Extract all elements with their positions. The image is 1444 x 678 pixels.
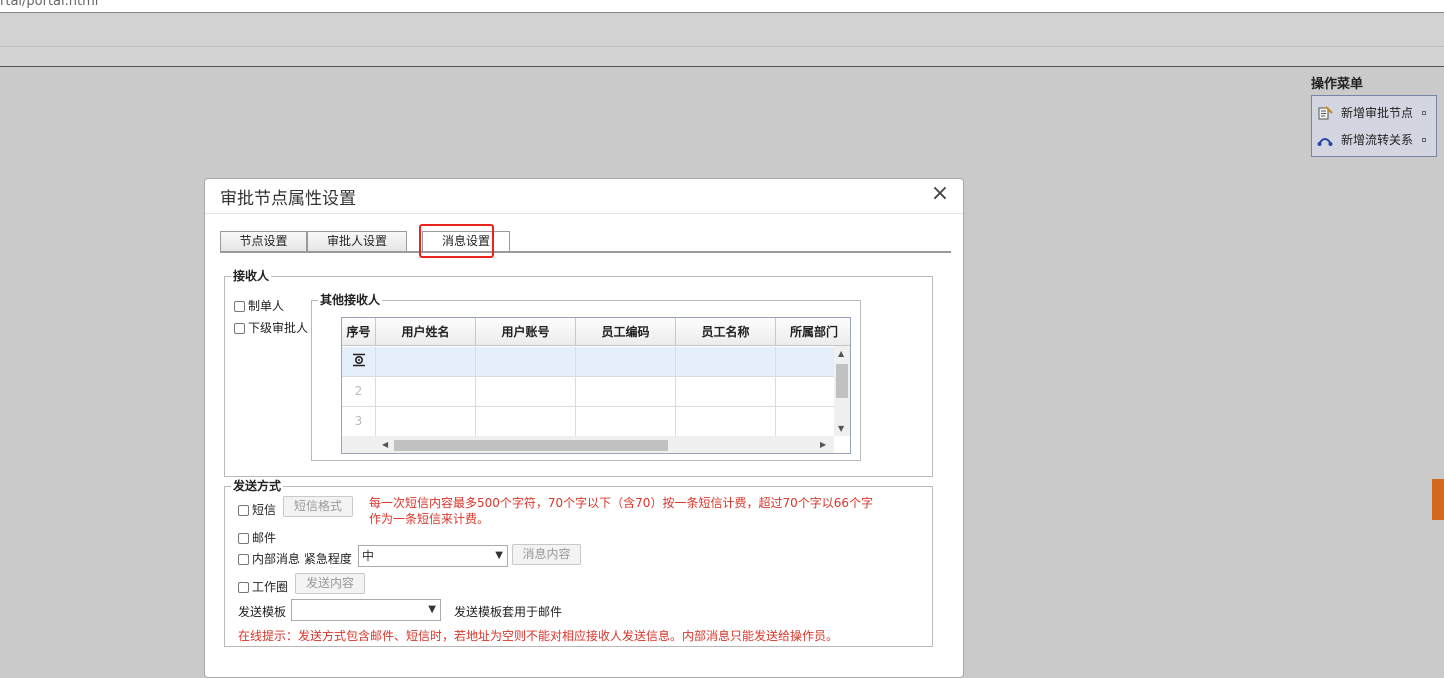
grid-cell[interactable] (376, 377, 476, 406)
next-approver-checkbox[interactable] (234, 323, 245, 334)
send-content-button[interactable]: 发送内容 (295, 573, 365, 594)
menu-item-add-node[interactable]: 新增审批节点 (1312, 99, 1436, 126)
grid-cell[interactable] (676, 347, 776, 376)
grid-cell[interactable] (476, 347, 576, 376)
column-header: 所属部门 (789, 325, 838, 339)
vertical-scrollbar[interactable]: ▲ ▼ (834, 346, 850, 436)
column-header: 用户姓名 (376, 318, 476, 346)
workcircle-label: 工作圈 (252, 580, 289, 594)
column-header: 用户账号 (476, 318, 576, 346)
operation-menu-title: 操作菜单 (1311, 77, 1364, 92)
grid-header: 序号 用户姓名 用户账号 员工编码 员工名称 所属部门 (342, 318, 850, 346)
grid-cell[interactable] (776, 407, 834, 436)
message-content-button[interactable]: 消息内容 (512, 544, 581, 565)
dialog-title: 审批节点属性设置 (220, 189, 356, 209)
urgency-label: 紧急程度 (303, 552, 352, 566)
email-checkbox-row[interactable]: 邮件 (238, 529, 276, 546)
top-toolbar-band (0, 13, 1444, 67)
grid-cell[interactable] (376, 347, 476, 376)
sms-format-button[interactable]: 短信格式 (283, 496, 353, 517)
grid-cell[interactable] (376, 407, 476, 436)
menu-item-marker (1422, 110, 1427, 115)
send-method-legend: 发送方式 (233, 479, 282, 493)
scroll-up-icon[interactable]: ▲ (838, 349, 844, 358)
urgency-value: 中 (362, 549, 375, 563)
horizontal-scroll-thumb[interactable] (394, 440, 668, 451)
grid-cell[interactable] (476, 407, 576, 436)
menu-item-marker (1422, 137, 1427, 142)
workcircle-checkbox[interactable] (238, 582, 249, 593)
menu-item-add-flow[interactable]: 新增流转关系 (1312, 126, 1436, 153)
internal-message-label: 内部消息 (252, 552, 301, 566)
sms-checkbox[interactable] (238, 505, 249, 516)
grid-cell[interactable] (776, 377, 834, 406)
column-header: 序号 (342, 318, 376, 346)
next-approver-label: 下级审批人 (248, 321, 309, 335)
horizontal-scrollbar[interactable]: ◀ ▶ (342, 436, 834, 453)
template-label: 发送模板 (238, 605, 287, 619)
menu-item-add-flow-label: 新增流转关系 (1341, 133, 1414, 147)
row-editor-cell[interactable] (342, 347, 376, 376)
sms-label: 短信 (252, 503, 277, 517)
row-number: 3 (342, 407, 376, 436)
toolbar-divider (0, 46, 1444, 47)
table-row[interactable]: 2 (342, 377, 834, 407)
sms-checkbox-row[interactable]: 短信 (238, 501, 276, 518)
template-note: 发送模板套用于邮件 (454, 605, 563, 619)
side-collapse-tab[interactable] (1432, 479, 1444, 520)
grid-cell[interactable] (576, 377, 676, 406)
recipients-grid: 序号 用户姓名 用户账号 员工编码 员工名称 所属部门 2 3 ▲ ▼ ◀ ▶ (341, 317, 851, 454)
scroll-left-icon[interactable]: ◀ (382, 440, 388, 449)
email-checkbox[interactable] (238, 533, 249, 544)
operation-menu-box: 新增审批节点 新增流转关系 (1311, 95, 1437, 157)
email-label: 邮件 (252, 531, 277, 545)
grid-cell[interactable] (576, 347, 676, 376)
creator-checkbox[interactable] (234, 301, 245, 312)
table-row[interactable] (342, 347, 834, 377)
table-row[interactable]: 3 (342, 407, 834, 437)
tab-approver-settings[interactable]: 审批人设置 (307, 231, 407, 251)
grid-cell[interactable] (776, 347, 834, 376)
highlight-box (419, 224, 494, 258)
url-text: rtal/portal.html (0, 0, 99, 9)
vertical-scroll-thumb[interactable] (836, 364, 848, 398)
next-approver-checkbox-row[interactable]: 下级审批人 (234, 319, 308, 336)
chevron-down-icon: ▼ (495, 550, 503, 561)
grid-cell[interactable] (476, 377, 576, 406)
flow-link-icon (1316, 131, 1334, 149)
recipients-legend: 接收人 (233, 269, 270, 283)
operation-menu: 操作菜单 新增审批节点 新增流转关系 (1311, 76, 1437, 157)
node-property-dialog: 审批节点属性设置 × 节点设置 审批人设置 消息设置 接收人 制单人 下级审批人… (204, 178, 964, 678)
online-tip: 在线提示：发送方式包含邮件、短信时，若地址为空则不能对相应接收人发送信息。内部消… (238, 629, 839, 643)
scroll-right-icon[interactable]: ▶ (820, 440, 826, 449)
creator-label: 制单人 (248, 299, 285, 313)
row-edit-icon[interactable] (352, 353, 366, 370)
internal-message-checkbox[interactable] (238, 554, 249, 565)
scroll-down-icon[interactable]: ▼ (838, 424, 844, 433)
internal-message-checkbox-row[interactable]: 内部消息 紧急程度 (238, 550, 352, 567)
grid-cell[interactable] (676, 377, 776, 406)
column-header: 员工编码 (576, 318, 676, 346)
workcircle-checkbox-row[interactable]: 工作圈 (238, 578, 288, 595)
urgency-select[interactable]: 中 ▼ (358, 545, 508, 567)
add-node-icon (1316, 104, 1334, 122)
other-recipients-legend: 其他接收人 (320, 293, 381, 307)
close-icon[interactable]: × (929, 182, 951, 206)
grid-cell[interactable] (576, 407, 676, 436)
sms-billing-note-cont: 作为一条短信来计费。 (369, 512, 490, 526)
template-select[interactable]: ▼ (291, 599, 441, 621)
title-divider (205, 213, 963, 214)
chevron-down-icon: ▼ (428, 604, 436, 615)
column-header: 员工名称 (676, 318, 776, 346)
sms-billing-note: 每一次短信内容最多500个字符，70个字以下（含70）按一条短信计费，超过70个… (369, 496, 873, 510)
browser-url-strip: rtal/portal.html (0, 0, 1444, 13)
grid-cell[interactable] (676, 407, 776, 436)
creator-checkbox-row[interactable]: 制单人 (234, 297, 284, 314)
menu-item-add-node-label: 新增审批节点 (1341, 106, 1414, 120)
tab-underline (220, 251, 951, 253)
tab-node-settings[interactable]: 节点设置 (220, 231, 307, 251)
row-number: 2 (342, 377, 376, 406)
